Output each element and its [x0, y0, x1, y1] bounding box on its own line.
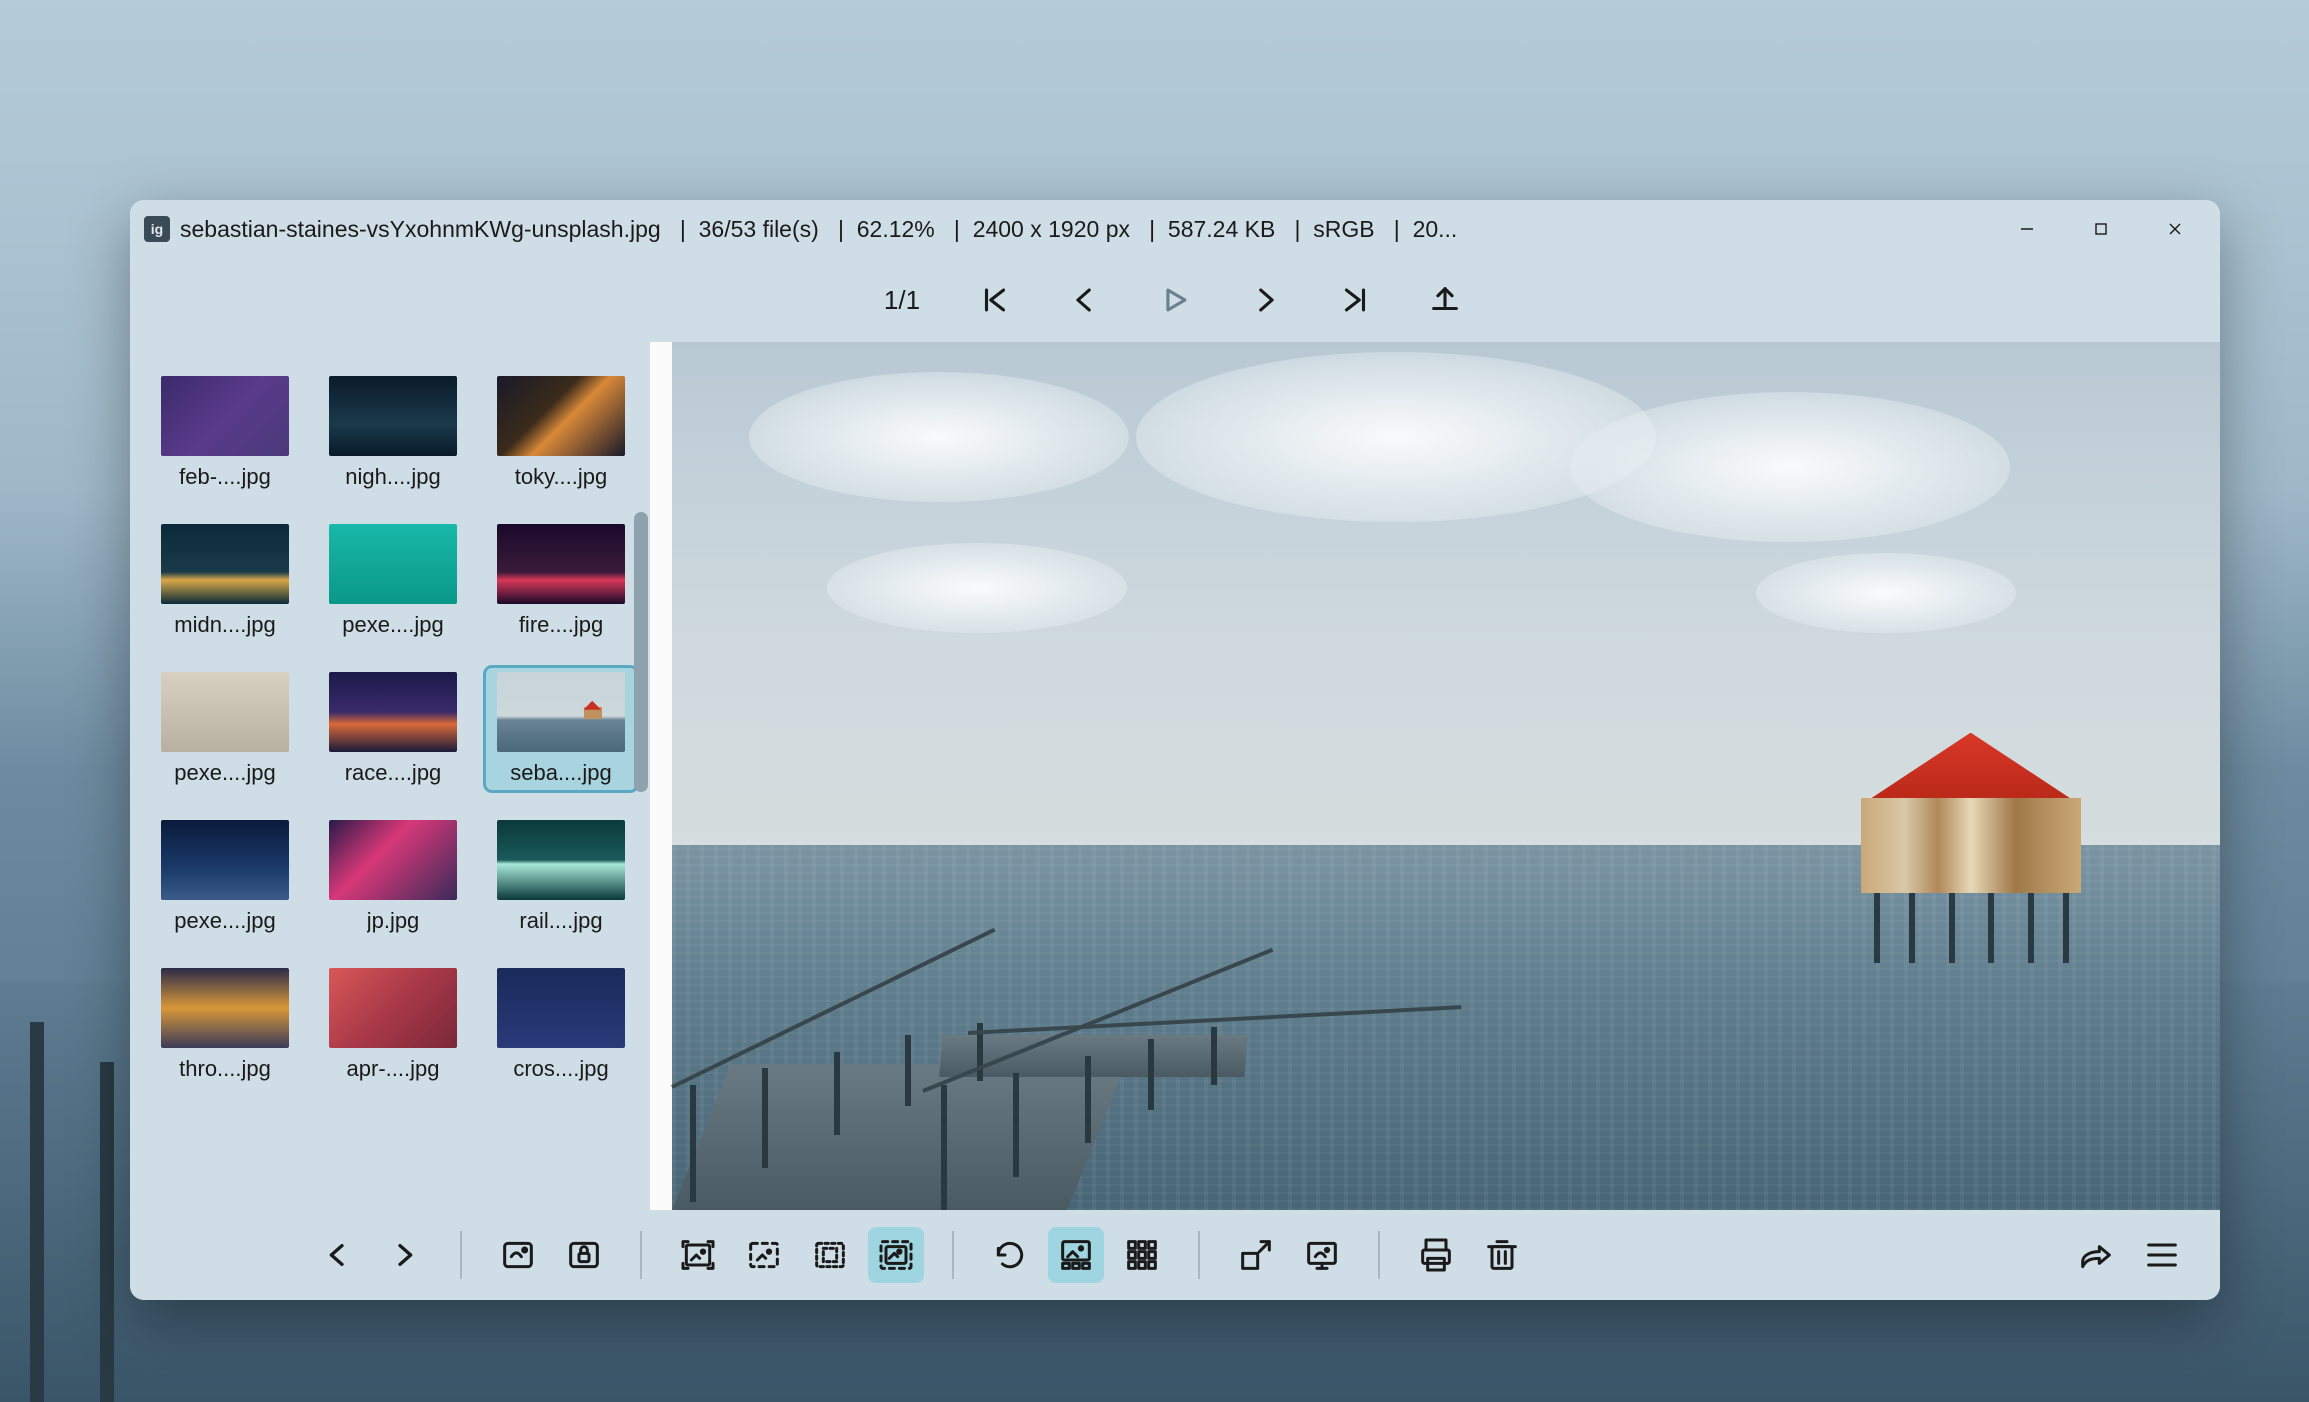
export-button[interactable] [1424, 279, 1466, 321]
thumbnail-label: race....jpg [345, 760, 442, 786]
thumbnail-item[interactable]: pexe....jpg [150, 668, 300, 790]
thumbnail-item[interactable]: feb-....jpg [150, 372, 300, 494]
app-icon: ig [144, 216, 170, 242]
thumbnail-item[interactable]: toky....jpg [486, 372, 636, 494]
title-size: 587.24 KB [1168, 216, 1275, 242]
main-image [650, 342, 2220, 1210]
window-title: sebastian-staines-vsYxohnmKWg-unsplash.j… [180, 216, 1990, 243]
thumbnail-item[interactable]: pexe....jpg [318, 520, 468, 642]
title-dimensions: 2400 x 1920 px [973, 216, 1130, 242]
thumbnail-image [161, 376, 289, 456]
last-frame-button[interactable] [1334, 279, 1376, 321]
prev-frame-button[interactable] [1064, 279, 1106, 321]
thumbnail-image [497, 376, 625, 456]
thumbnail-label: seba....jpg [510, 760, 612, 786]
actual-size-button[interactable] [490, 1227, 546, 1283]
thumbnail-item[interactable]: fire....jpg [486, 520, 636, 642]
thumbnail-image [161, 968, 289, 1048]
thumbnail-image [161, 524, 289, 604]
app-window: ig sebastian-staines-vsYxohnmKWg-unsplas… [130, 200, 2220, 1300]
play-button[interactable] [1154, 279, 1196, 321]
thumbnail-image [329, 672, 457, 752]
content-area: feb-....jpg nigh....jpg toky....jpg midn...… [130, 342, 2220, 1210]
thumbnail-label: apr-....jpg [347, 1056, 440, 1082]
separator [640, 1231, 642, 1279]
lock-zoom-button[interactable] [556, 1227, 612, 1283]
thumbnail-image [497, 672, 625, 752]
first-frame-button[interactable] [974, 279, 1016, 321]
thumbnail-label: midn....jpg [174, 612, 276, 638]
separator [460, 1231, 462, 1279]
separator [1198, 1231, 1200, 1279]
thumbnail-label: nigh....jpg [345, 464, 440, 490]
delete-button[interactable] [1474, 1227, 1530, 1283]
rotate-button[interactable] [982, 1227, 1038, 1283]
slideshow-button[interactable] [1294, 1227, 1350, 1283]
thumbnail-image [329, 968, 457, 1048]
selection-button[interactable] [736, 1227, 792, 1283]
share-button[interactable] [2068, 1227, 2124, 1283]
thumbnail-item[interactable]: thro....jpg [150, 964, 300, 1086]
thumbnail-item[interactable]: race....jpg [318, 668, 468, 790]
title-zoom: 62.12% [857, 216, 935, 242]
thumbnail-label: rail....jpg [519, 908, 602, 934]
thumbnail-image [329, 820, 457, 900]
thumbnail-image [329, 376, 457, 456]
thumbnail-item[interactable]: cros....jpg [486, 964, 636, 1086]
autozoom-button[interactable] [670, 1227, 726, 1283]
title-filename: sebastian-staines-vsYxohnmKWg-unsplash.j… [180, 216, 661, 242]
close-button[interactable] [2138, 205, 2212, 253]
thumbnail-label: cros....jpg [513, 1056, 608, 1082]
thumbnails-button[interactable] [1114, 1227, 1170, 1283]
thumbnail-panel[interactable]: feb-....jpg nigh....jpg toky....jpg midn...… [130, 342, 650, 1210]
sidebar-scrollbar-thumb[interactable] [634, 512, 648, 792]
gallery-button[interactable] [1048, 1227, 1104, 1283]
next-frame-button[interactable] [1244, 279, 1286, 321]
thumbnail-label: pexe....jpg [174, 760, 276, 786]
title-colorspace: sRGB [1313, 216, 1374, 242]
sidebar-scrollbar[interactable] [630, 342, 650, 1210]
thumbnail-item[interactable]: apr-....jpg [318, 964, 468, 1086]
thumbnail-image [329, 524, 457, 604]
thumbnail-image [161, 820, 289, 900]
crop-button[interactable] [802, 1227, 858, 1283]
minimize-button[interactable] [1990, 205, 2064, 253]
titlebar: ig sebastian-staines-vsYxohnmKWg-unsplas… [130, 200, 2220, 258]
next-image-button[interactable] [376, 1227, 432, 1283]
thumbnail-label: toky....jpg [515, 464, 608, 490]
thumbnail-label: fire....jpg [519, 612, 603, 638]
thumbnail-image [497, 968, 625, 1048]
title-extra: 20... [1413, 216, 1458, 242]
menu-button[interactable] [2134, 1227, 2190, 1283]
thumbnail-item[interactable]: midn....jpg [150, 520, 300, 642]
thumbnail-label: thro....jpg [179, 1056, 271, 1082]
thumbnail-item[interactable]: nigh....jpg [318, 372, 468, 494]
bottom-toolbar [130, 1210, 2220, 1300]
thumbnail-label: feb-....jpg [179, 464, 271, 490]
thumbnail-item[interactable]: pexe....jpg [150, 816, 300, 938]
separator [1378, 1231, 1380, 1279]
thumbnail-label: jp.jpg [367, 908, 420, 934]
separator [952, 1231, 954, 1279]
window-fit-button[interactable] [868, 1227, 924, 1283]
thumbnail-label: pexe....jpg [174, 908, 276, 934]
thumbnail-image [161, 672, 289, 752]
maximize-button[interactable] [2064, 205, 2138, 253]
window-controls [1990, 205, 2212, 253]
fullscreen-button[interactable] [1228, 1227, 1284, 1283]
thumbnail-item[interactable]: seba....jpg [486, 668, 636, 790]
frame-navbar: 1/1 [130, 258, 2220, 342]
title-file-position: 36/53 file(s) [699, 216, 819, 242]
thumbnail-image [497, 820, 625, 900]
prev-image-button[interactable] [310, 1227, 366, 1283]
thumbnail-image [497, 524, 625, 604]
thumbnail-item[interactable]: jp.jpg [318, 816, 468, 938]
frame-counter: 1/1 [884, 285, 920, 316]
print-button[interactable] [1408, 1227, 1464, 1283]
image-viewer[interactable] [650, 342, 2220, 1210]
thumbnail-label: pexe....jpg [342, 612, 444, 638]
thumbnail-item[interactable]: rail....jpg [486, 816, 636, 938]
